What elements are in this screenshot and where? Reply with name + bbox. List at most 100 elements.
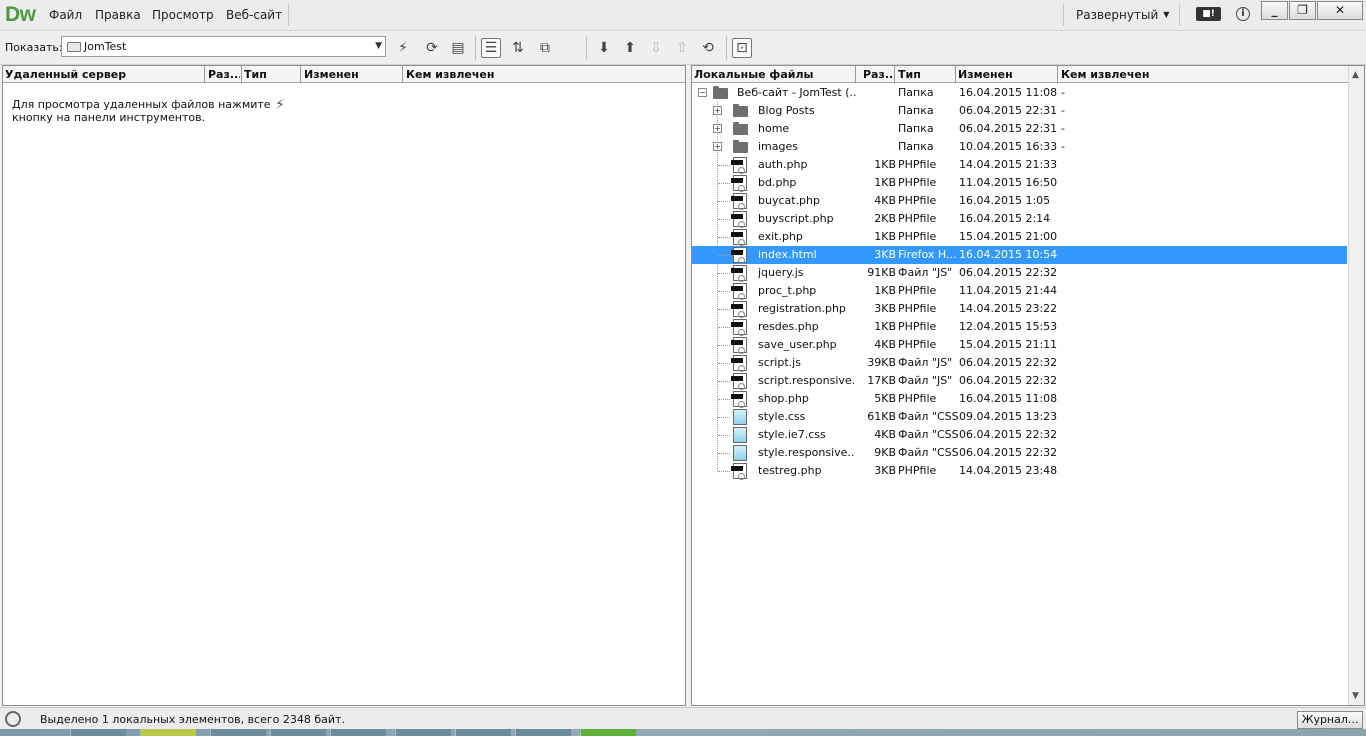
put-files-icon[interactable]: ⬆: [620, 38, 640, 58]
tree-row-file[interactable]: style.css 61KB Файл "CSS" 09.04.2015 13:23: [692, 408, 1347, 426]
gear-icon[interactable]: ■!: [1196, 7, 1221, 21]
info-icon[interactable]: i: [1236, 7, 1250, 21]
scroll-up-icon[interactable]: ▲: [1352, 70, 1359, 80]
site-map-icon[interactable]: ⧉: [535, 38, 555, 58]
column-divider[interactable]: [204, 66, 205, 83]
refresh-icon[interactable]: ⟳: [422, 38, 442, 58]
workspace-switcher[interactable]: Развернутый ▼: [1076, 8, 1169, 22]
taskbar-button[interactable]: [455, 729, 511, 736]
expand-icon[interactable]: +: [713, 124, 722, 133]
tree-row-file[interactable]: buyscript.php 2KB PHPfile 16.04.2015 2:14: [692, 210, 1347, 228]
list-view-icon[interactable]: ☰: [481, 38, 501, 58]
tree-row-file[interactable]: index.html 3KB Firefox H... 16.04.2015 10:5…: [692, 246, 1347, 264]
check-out-icon[interactable]: ⇩: [646, 38, 666, 58]
code-file-icon: [731, 373, 747, 390]
tree-row-file[interactable]: script.js 39KB Файл "JS" 06.04.2015 22:32: [692, 354, 1347, 372]
local-scrollbar[interactable]: ▲ ▼: [1348, 66, 1364, 705]
taskbar-button[interactable]: [580, 729, 636, 736]
column-divider[interactable]: [402, 66, 403, 83]
col-modified[interactable]: Изменен: [304, 68, 400, 81]
tree-row-file[interactable]: auth.php 1KB PHPfile 14.04.2015 21:33: [692, 156, 1347, 174]
taskbar-button[interactable]: [210, 729, 266, 736]
col-checked-out[interactable]: Кем извлечен: [1061, 68, 1181, 81]
file-type: PHPfile: [898, 464, 937, 477]
expand-icon[interactable]: +: [713, 106, 722, 115]
close-button[interactable]: ✕: [1317, 1, 1363, 20]
menu-edit[interactable]: Правка: [95, 8, 141, 22]
tree-row-file[interactable]: script.responsive.js 17KB Файл "JS" 06.04.2…: [692, 372, 1347, 390]
tree-row-file[interactable]: shop.php 5KB PHPfile 16.04.2015 11:08: [692, 390, 1347, 408]
column-divider[interactable]: [1057, 66, 1058, 83]
ftp-log-icon[interactable]: ▤: [448, 38, 468, 58]
col-checked-out[interactable]: Кем извлечен: [406, 68, 526, 81]
file-type: PHPfile: [898, 320, 937, 333]
column-divider[interactable]: [241, 66, 242, 83]
col-size[interactable]: Раз...: [208, 68, 240, 81]
tree-row-file[interactable]: save_user.php 4KB PHPfile 15.04.2015 21:11: [692, 336, 1347, 354]
tree-row-folder[interactable]: + home Папка 06.04.2015 22:31-: [692, 120, 1347, 138]
tree-row-file[interactable]: exit.php 1KB PHPfile 15.04.2015 21:00: [692, 228, 1347, 246]
journal-button[interactable]: Журнал...: [1297, 711, 1363, 729]
scroll-down-icon[interactable]: ▼: [1352, 691, 1359, 701]
expand-icon[interactable]: +: [713, 142, 722, 151]
file-modified: 06.04.2015 22:32: [959, 374, 1057, 387]
tree-connector: [718, 255, 730, 256]
column-divider[interactable]: [855, 66, 856, 83]
taskbar-button[interactable]: [395, 729, 451, 736]
col-type[interactable]: Тип: [244, 68, 298, 81]
file-size: 5KB: [874, 392, 896, 405]
file-modified: 16.04.2015 11:08: [959, 392, 1057, 405]
taskbar-button[interactable]: [515, 729, 571, 736]
tree-connector: [718, 237, 730, 238]
file-type: PHPfile: [898, 392, 937, 405]
file-type: PHPfile: [898, 212, 937, 225]
site-select[interactable]: JomTest ▼: [61, 36, 386, 57]
col-modified[interactable]: Изменен: [958, 68, 1054, 81]
tree-row-file[interactable]: style.responsive.... 9KB Файл "CSS" 06.04.2…: [692, 444, 1347, 462]
column-divider[interactable]: [955, 66, 956, 83]
menu-view[interactable]: Просмотр: [152, 8, 214, 22]
col-type[interactable]: Тип: [898, 68, 954, 81]
tree-row-file[interactable]: testreg.php 3KB PHPfile 14.04.2015 23:48: [692, 462, 1347, 480]
col-local-files[interactable]: Локальные файлы: [694, 68, 852, 81]
column-divider[interactable]: [300, 66, 301, 83]
file-type: PHPfile: [898, 338, 937, 351]
tree-row-folder[interactable]: + images Папка 10.04.2015 16:33-: [692, 138, 1347, 156]
taskbar-button[interactable]: [140, 729, 196, 736]
tree-connector: [718, 291, 730, 292]
code-file-icon: [731, 391, 747, 408]
file-name: buycat.php: [758, 194, 820, 207]
get-files-icon[interactable]: ⬇: [594, 38, 614, 58]
tree-row-root[interactable]: − Веб-сайт - JomTest (... Папка 16.04.2015 …: [692, 84, 1347, 102]
toolbar-divider: [475, 36, 476, 60]
folder-icon: [733, 122, 748, 135]
menu-site[interactable]: Веб-сайт: [226, 8, 282, 22]
taskbar-button[interactable]: [330, 729, 386, 736]
connect-icon[interactable]: ⚡: [393, 38, 413, 58]
restore-button[interactable]: ❐: [1289, 1, 1316, 20]
sort-icon[interactable]: ⇅: [508, 38, 528, 58]
tree-row-file[interactable]: proc_t.php 1KB PHPfile 11.04.2015 21:44: [692, 282, 1347, 300]
collapse-panel-icon[interactable]: ⊡: [732, 38, 752, 58]
file-type: Папка: [898, 140, 934, 153]
file-size: 17KB: [867, 374, 896, 387]
collapse-icon[interactable]: −: [698, 88, 707, 97]
file-type: Папка: [898, 122, 934, 135]
local-pane: Локальные файлы Раз... Тип Изменен Кем и…: [691, 65, 1365, 706]
col-size[interactable]: Раз...: [863, 68, 893, 81]
check-in-icon[interactable]: ⇧: [672, 38, 692, 58]
column-divider[interactable]: [894, 66, 895, 83]
col-remote-server[interactable]: Удаленный сервер: [5, 68, 201, 81]
taskbar-button[interactable]: [270, 729, 326, 736]
menu-file[interactable]: Файл: [49, 8, 82, 22]
taskbar-button[interactable]: [70, 729, 126, 736]
tree-row-file[interactable]: style.ie7.css 4KB Файл "CSS" 06.04.2015 22:…: [692, 426, 1347, 444]
synchronize-icon[interactable]: ⟲: [698, 38, 718, 58]
tree-row-file[interactable]: jquery.js 91KB Файл "JS" 06.04.2015 22:32: [692, 264, 1347, 282]
tree-row-folder[interactable]: + Blog Posts Папка 06.04.2015 22:31-: [692, 102, 1347, 120]
minimize-button[interactable]: _: [1261, 1, 1288, 20]
tree-row-file[interactable]: resdes.php 1KB PHPfile 12.04.2015 15:53: [692, 318, 1347, 336]
tree-row-file[interactable]: registration.php 3KB PHPfile 14.04.2015 23:…: [692, 300, 1347, 318]
tree-row-file[interactable]: bd.php 1KB PHPfile 11.04.2015 16:50: [692, 174, 1347, 192]
tree-row-file[interactable]: buycat.php 4KB PHPfile 16.04.2015 1:05: [692, 192, 1347, 210]
